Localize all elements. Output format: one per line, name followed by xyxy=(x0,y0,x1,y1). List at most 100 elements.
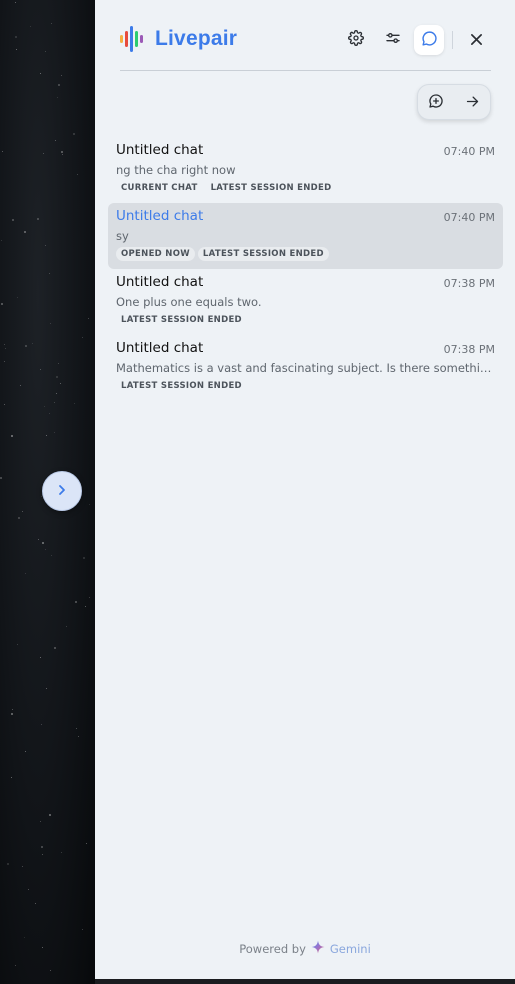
star-dot xyxy=(83,557,85,559)
star-dot xyxy=(45,549,46,550)
star-dot xyxy=(61,151,63,153)
panel-header: Livepair xyxy=(95,0,515,72)
new-chat-button[interactable] xyxy=(422,89,450,117)
chat-preview: ng the cha right now xyxy=(116,163,236,177)
arrow-right-icon xyxy=(465,94,480,113)
chat-badges: LATEST SESSION ENDED xyxy=(116,313,247,327)
star-dot xyxy=(45,51,46,52)
star-dot xyxy=(40,73,41,74)
chat-title: Untitled chat xyxy=(116,340,204,356)
chat-preview: One plus one equals two. xyxy=(116,295,262,309)
chat-preview: Mathematics is a vast and fascinating su… xyxy=(116,361,492,375)
star-dot xyxy=(77,174,78,175)
star-dot xyxy=(78,736,79,737)
star-dot xyxy=(4,344,5,345)
chat-time: 07:40 PM xyxy=(443,145,495,158)
star-dot xyxy=(40,369,41,370)
star-dot xyxy=(22,866,23,867)
star-dot xyxy=(62,154,63,155)
logo-bars-icon xyxy=(120,26,148,52)
star-dot xyxy=(55,140,56,141)
star-dot xyxy=(11,435,13,437)
chat-plus-icon xyxy=(428,93,444,113)
powered-by-label: Powered by xyxy=(239,941,306,956)
star-dot xyxy=(0,477,2,479)
chat-list-item[interactable]: Untitled chat 07:38 PM One plus one equa… xyxy=(108,269,503,335)
chat-title: Untitled chat xyxy=(116,274,204,290)
star-dot xyxy=(24,937,25,938)
go-button[interactable] xyxy=(458,89,486,117)
chat-list-item[interactable]: Untitled chat 07:38 PM Mathematics is a … xyxy=(108,335,503,401)
app-name: Livepair xyxy=(155,27,238,50)
star-dot xyxy=(32,343,33,344)
chats-button[interactable] xyxy=(414,25,444,55)
chat-badges: LATEST SESSION ENDED xyxy=(116,379,247,393)
star-dot xyxy=(25,345,27,347)
star-dot xyxy=(44,406,45,407)
star-dot xyxy=(74,403,75,404)
star-dot xyxy=(37,218,39,220)
settings-button[interactable] xyxy=(341,25,371,55)
star-dot xyxy=(66,626,67,627)
star-dot xyxy=(35,903,36,904)
star-dot xyxy=(42,542,44,544)
star-dot xyxy=(40,821,41,822)
star-dot xyxy=(17,297,18,298)
sliders-icon xyxy=(385,30,401,50)
star-dot xyxy=(25,573,26,574)
status-badge: LATEST SESSION ENDED xyxy=(121,315,242,325)
star-dot xyxy=(76,728,77,729)
star-dot xyxy=(30,26,31,27)
star-dot xyxy=(15,36,17,38)
star-dot xyxy=(46,688,47,689)
header-divider-line xyxy=(120,70,491,71)
chat-list-item[interactable]: Untitled chat 07:40 PM ng the cha right … xyxy=(108,137,503,203)
star-dot xyxy=(88,318,89,319)
star-dot xyxy=(20,385,21,386)
chat-badges: CURRENT CHAT LATEST SESSION ENDED xyxy=(116,181,337,195)
star-dot xyxy=(61,75,62,76)
close-icon xyxy=(470,31,483,50)
expand-panel-button[interactable] xyxy=(42,471,82,511)
star-dot xyxy=(46,435,47,436)
star-dot xyxy=(54,432,55,433)
star-dot xyxy=(15,2,16,3)
chat-title: Untitled chat xyxy=(116,208,204,224)
chat-list-item-selected[interactable]: Untitled chat 07:40 PM sy OPENED NOW LAT… xyxy=(108,203,503,269)
close-button[interactable] xyxy=(461,25,491,55)
status-badge: LATEST SESSION ENDED xyxy=(210,183,332,193)
chat-time: 07:38 PM xyxy=(443,277,495,290)
star-dot xyxy=(1,240,2,241)
star-dot xyxy=(18,517,20,519)
star-dot xyxy=(1,303,3,305)
star-dot xyxy=(54,402,55,403)
star-dot xyxy=(45,245,46,246)
status-badge: CURRENT CHAT xyxy=(121,183,198,193)
chat-bubble-icon xyxy=(421,30,438,51)
star-dot xyxy=(85,606,86,607)
star-dot xyxy=(4,361,5,362)
status-badge: LATEST SESSION ENDED xyxy=(197,247,329,261)
star-dot xyxy=(12,709,13,710)
star-dot xyxy=(51,23,52,24)
star-dot xyxy=(50,323,51,324)
chat-time: 07:38 PM xyxy=(443,343,495,356)
star-dot xyxy=(57,97,58,98)
star-dot xyxy=(24,231,26,233)
star-dot xyxy=(2,151,3,152)
star-dot xyxy=(41,724,42,725)
star-dot xyxy=(49,273,50,274)
preferences-button[interactable] xyxy=(378,25,408,55)
star-dot xyxy=(11,713,13,715)
star-dot xyxy=(49,413,50,414)
star-dot xyxy=(56,376,58,378)
star-dot xyxy=(38,539,39,540)
star-dot xyxy=(82,929,83,930)
star-dot xyxy=(22,511,23,512)
chat-preview: sy xyxy=(116,229,129,243)
star-dot xyxy=(60,383,61,384)
chat-list: Untitled chat 07:40 PM ng the cha right … xyxy=(108,137,503,401)
star-dot xyxy=(50,970,51,971)
star-dot xyxy=(89,504,90,505)
star-dot xyxy=(17,644,18,645)
